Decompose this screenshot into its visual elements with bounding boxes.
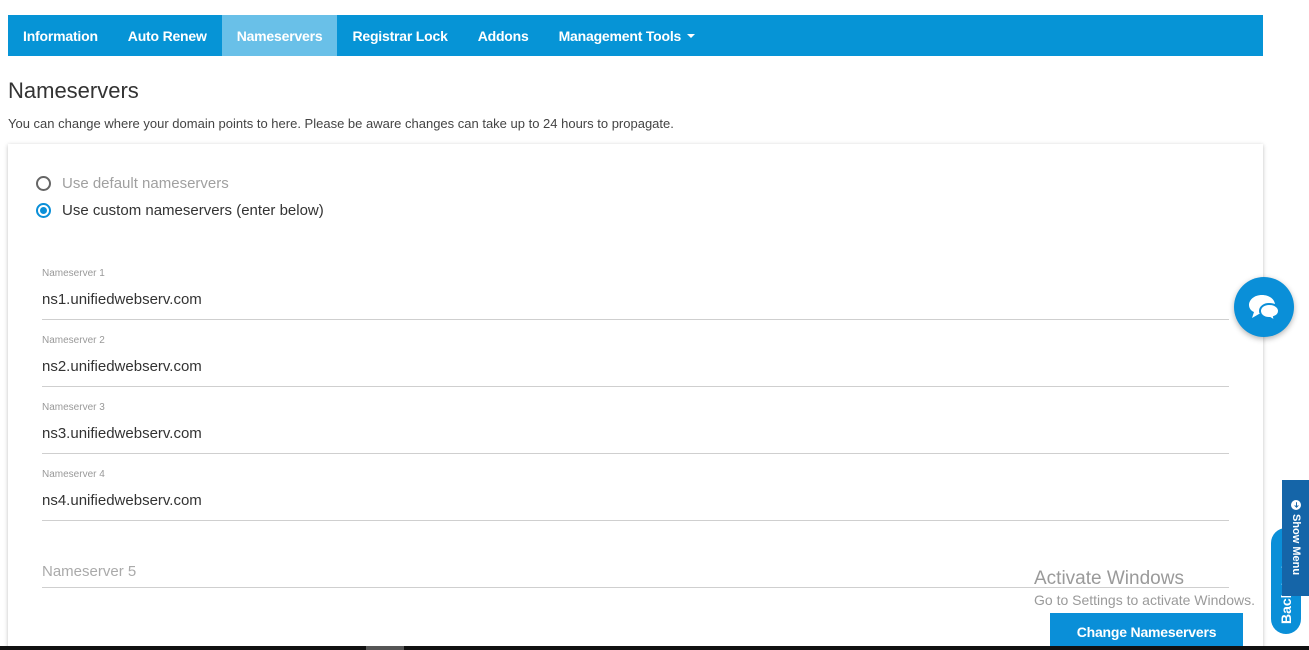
tab-auto-renew[interactable]: Auto Renew	[113, 15, 222, 56]
field-label: Nameserver 4	[42, 469, 105, 480]
field-value[interactable]: ns4.unifiedwebserv.com	[42, 492, 202, 509]
tab-addons[interactable]: Addons	[463, 15, 544, 56]
show-menu-tab[interactable]: ➜ Show Menu	[1282, 480, 1309, 596]
radio-button-checked[interactable]	[36, 203, 51, 218]
chat-button[interactable]	[1234, 277, 1294, 337]
tab-registrar-lock[interactable]: Registrar Lock	[337, 15, 462, 56]
tab-label: Information	[23, 27, 98, 44]
field-label: Nameserver 2	[42, 335, 105, 346]
tab-label: Auto Renew	[127, 27, 207, 44]
radio-label: Use default nameservers	[62, 175, 229, 192]
nameserver-4-field[interactable]: Nameserver 4 ns4.unifiedwebserv.com	[42, 469, 1229, 521]
tab-information[interactable]: Information	[8, 15, 113, 56]
nameserver-5-field[interactable]: Nameserver 5	[42, 548, 1229, 588]
field-value[interactable]: ns1.unifiedwebserv.com	[42, 291, 202, 308]
tab-label: Registrar Lock	[352, 27, 448, 44]
page-title: Nameservers	[8, 78, 139, 103]
show-menu-label: Show Menu	[1290, 514, 1302, 576]
tab-management-tools[interactable]: Management Tools	[544, 15, 711, 56]
scrollbar-thumb[interactable]	[366, 646, 404, 650]
nameserver-3-field[interactable]: Nameserver 3 ns3.unifiedwebserv.com	[42, 402, 1229, 454]
chat-bubbles-icon	[1249, 295, 1281, 322]
radio-label: Use custom nameservers (enter below)	[62, 202, 324, 219]
nameservers-panel: Use default nameservers Use custom names…	[8, 144, 1263, 650]
change-nameservers-button[interactable]: Change Nameservers	[1050, 613, 1243, 650]
arrow-circle-icon: ➜	[1291, 500, 1301, 510]
nameserver-1-field[interactable]: Nameserver 1 ns1.unifiedwebserv.com	[42, 268, 1229, 320]
tab-label: Nameservers	[236, 27, 323, 44]
field-placeholder[interactable]: Nameserver 5	[42, 563, 136, 580]
field-label: Nameserver 3	[42, 402, 105, 413]
tab-nameservers[interactable]: Nameservers	[221, 15, 338, 56]
radio-button-unchecked[interactable]	[36, 176, 51, 191]
field-label: Nameserver 1	[42, 268, 105, 279]
tab-label: Addons	[477, 27, 529, 44]
nameserver-2-field[interactable]: Nameserver 2 ns2.unifiedwebserv.com	[42, 335, 1229, 387]
field-value[interactable]: ns3.unifiedwebserv.com	[42, 425, 202, 442]
caret-down-icon	[687, 33, 696, 38]
bottom-scrollbar[interactable]	[0, 646, 1309, 650]
radio-default-nameservers[interactable]: Use default nameservers	[36, 175, 229, 192]
page-description: You can change where your domain points …	[8, 116, 674, 131]
radio-custom-nameservers[interactable]: Use custom nameservers (enter below)	[36, 202, 324, 219]
tab-label: Management Tools	[558, 27, 682, 44]
domain-tab-bar: Information Auto Renew Nameservers Regis…	[8, 15, 1263, 56]
field-value[interactable]: ns2.unifiedwebserv.com	[42, 358, 202, 375]
